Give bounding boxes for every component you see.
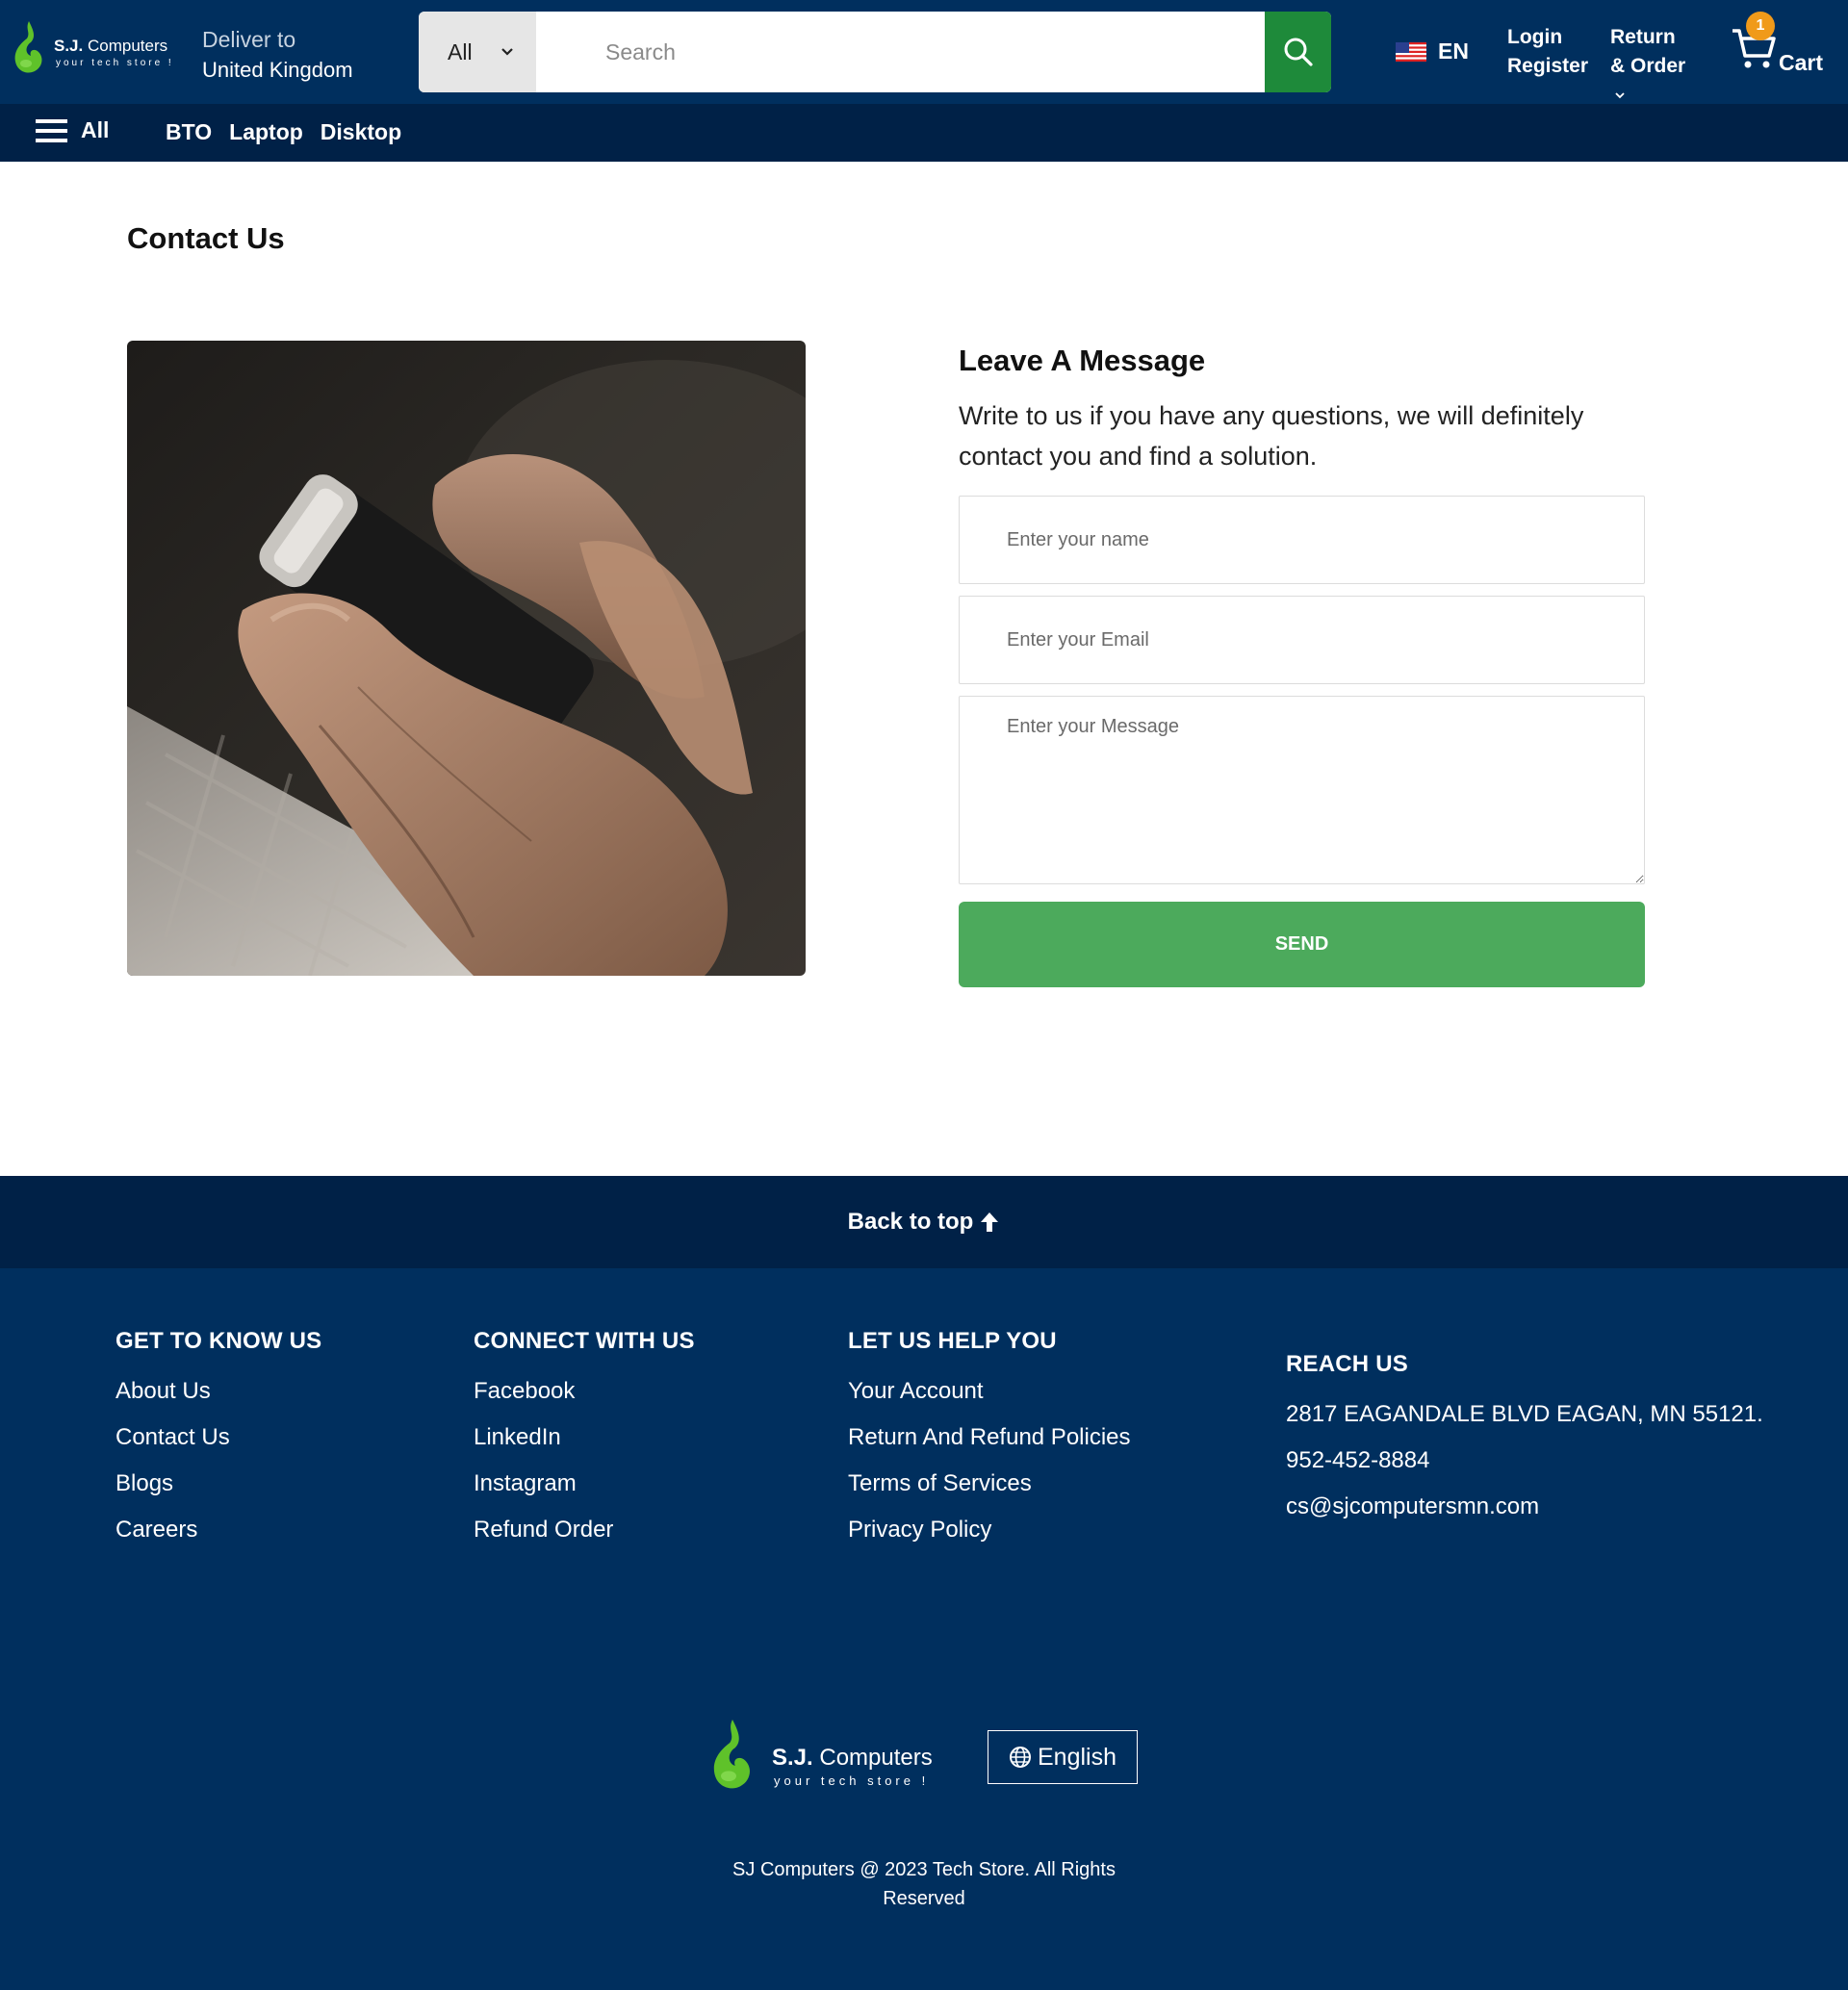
search-icon <box>1284 38 1313 66</box>
name-field[interactable] <box>959 496 1645 584</box>
back-to-top-bar[interactable]: Back to top <box>0 1176 1848 1268</box>
hand-phone-photo <box>127 341 806 976</box>
footer-col-heading: REACH US <box>1286 1351 1408 1377</box>
footer-link-linkedin[interactable]: LinkedIn <box>474 1415 695 1461</box>
search-input[interactable] <box>536 12 1265 92</box>
logo-tagline: your tech store ! <box>56 58 174 68</box>
footer-link-privacy-policy[interactable]: Privacy Policy <box>848 1507 1131 1553</box>
footer-link-blogs[interactable]: Blogs <box>116 1461 321 1507</box>
category-nav: All BTO Laptop Disktop <box>0 104 1848 162</box>
footer-col-reach-us: REACH US 2817 EAGANDALE BLVD EAGAN, MN 5… <box>1286 1351 1763 1530</box>
footer-col-heading: LET US HELP YOU <box>848 1328 1057 1354</box>
footer-address: 2817 EAGANDALE BLVD EAGAN, MN 55121. <box>1286 1401 1763 1427</box>
returns-line2-text: & Order <box>1610 55 1686 77</box>
logo-drop-icon <box>713 1720 750 1789</box>
arrow-up-icon <box>981 1212 999 1232</box>
nav-links: BTO Laptop Disktop <box>166 119 401 145</box>
message-field[interactable] <box>959 696 1645 884</box>
form-heading: Leave A Message <box>959 344 1206 377</box>
footer-link-careers[interactable]: Careers <box>116 1507 321 1553</box>
footer-language-label: English <box>1038 1743 1116 1771</box>
copyright: SJ Computers @ 2023 Tech Store. All Righ… <box>0 1855 1848 1913</box>
footer-logo[interactable]: S.J. Computers your tech store ! <box>709 1716 950 1793</box>
copyright-line2: Reserved <box>883 1888 965 1909</box>
logo-name: S.J. Computers <box>54 37 167 56</box>
contact-form: Leave A Message Write to us if you have … <box>959 341 1645 987</box>
logo-drop-icon <box>14 21 42 73</box>
footer-link-contact-us[interactable]: Contact Us <box>116 1415 321 1461</box>
footer-link-instagram[interactable]: Instagram <box>474 1461 695 1507</box>
footer-col-connect-with-us: CONNECT WITH US Facebook LinkedIn Instag… <box>474 1328 695 1553</box>
search-bar: All <box>419 12 1331 92</box>
page-title: Contact Us <box>127 221 285 255</box>
search-category-label: All <box>448 38 473 64</box>
chevron-down-icon <box>1615 92 1625 99</box>
us-flag-icon <box>1396 41 1426 62</box>
footer-col-heading: CONNECT WITH US <box>474 1328 695 1354</box>
search-button[interactable] <box>1265 12 1331 92</box>
footer-logo-name-light: Computers <box>819 1745 933 1771</box>
deliver-to[interactable]: Deliver to United Kingdom <box>202 24 353 86</box>
logo-name-bold: S.J. <box>54 37 84 55</box>
footer-link-terms-of-services[interactable]: Terms of Services <box>848 1461 1131 1507</box>
language-selector[interactable]: EN <box>1396 38 1469 64</box>
footer-col-heading: GET TO KNOW US <box>116 1328 322 1354</box>
back-to-top-label: Back to top <box>847 1209 974 1235</box>
returns-line2: & Order <box>1610 52 1685 110</box>
cart-count-badge: 1 <box>1746 12 1775 40</box>
footer-language-button[interactable]: English <box>988 1730 1138 1784</box>
footer-link-return-refund-policies[interactable]: Return And Refund Policies <box>848 1415 1131 1461</box>
globe-icon <box>1010 1747 1031 1768</box>
returns-line1: Return <box>1610 26 1676 48</box>
hamburger-icon <box>36 118 67 142</box>
nav-link-bto[interactable]: BTO <box>166 119 212 145</box>
footer-logo-tagline: your tech store ! <box>774 1773 930 1788</box>
login-link[interactable]: Login <box>1507 23 1588 52</box>
email-field[interactable] <box>959 596 1645 684</box>
footer-link-refund-order[interactable]: Refund Order <box>474 1507 695 1553</box>
all-menu-label: All <box>81 117 110 142</box>
top-header: S.J. Computers your tech store ! Deliver… <box>0 0 1848 104</box>
search-category-select[interactable]: All <box>419 12 536 92</box>
language-code: EN <box>1438 38 1469 64</box>
footer-logo-name: S.J. Computers <box>772 1745 933 1772</box>
footer-email[interactable]: cs@sjcomputersmn.com <box>1286 1484 1763 1530</box>
copyright-line1: SJ Computers @ 2023 Tech Store. All Righ… <box>732 1859 1116 1880</box>
account-menu[interactable]: Login Register <box>1507 23 1588 81</box>
footer-col-let-us-help-you: LET US HELP YOU Your Account Return And … <box>848 1328 1131 1553</box>
register-link[interactable]: Register <box>1507 52 1588 81</box>
cart-button[interactable]: 1 Cart <box>1731 12 1827 79</box>
all-menu-button[interactable]: All <box>36 117 109 143</box>
chevron-down-icon <box>500 48 513 56</box>
contact-hero-image <box>127 341 806 976</box>
footer-link-your-account[interactable]: Your Account <box>848 1368 1131 1415</box>
returns-orders[interactable]: Return & Order <box>1610 23 1685 110</box>
footer-phone[interactable]: 952-452-8884 <box>1286 1438 1763 1484</box>
footer-link-facebook[interactable]: Facebook <box>474 1368 695 1415</box>
cart-label: Cart <box>1779 50 1824 75</box>
nav-link-laptop[interactable]: Laptop <box>229 119 303 145</box>
site-footer: GET TO KNOW US About Us Contact Us Blogs… <box>0 1268 1848 1990</box>
footer-link-about-us[interactable]: About Us <box>116 1368 321 1415</box>
send-button[interactable]: SEND <box>959 902 1645 987</box>
deliver-to-country: United Kingdom <box>202 58 353 82</box>
form-description: Write to us if you have any questions, w… <box>959 401 1584 471</box>
footer-col-get-to-know-us: GET TO KNOW US About Us Contact Us Blogs… <box>116 1328 321 1553</box>
logo-name-light: Computers <box>87 37 168 55</box>
nav-link-desktop[interactable]: Disktop <box>321 119 401 145</box>
site-logo[interactable]: S.J. Computers your tech store ! <box>12 19 180 77</box>
deliver-to-label: Deliver to <box>202 27 296 52</box>
footer-logo-name-bold: S.J. <box>772 1745 813 1771</box>
